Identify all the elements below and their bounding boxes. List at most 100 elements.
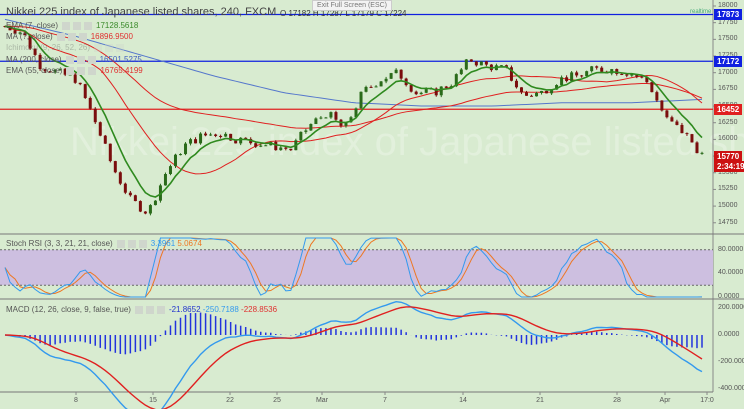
candle-body	[214, 134, 218, 136]
legend-label: Ichimoku (9, 26, 52, 26)	[6, 43, 91, 52]
candle-body	[419, 92, 423, 95]
candle-body	[384, 78, 388, 82]
x-tick-label: 8	[74, 397, 78, 404]
legend-label: MACD (12, 26, close, 9, false, true)	[6, 305, 131, 314]
candle-body	[234, 140, 238, 144]
legend-ema7[interactable]: EMA (7, close) 17128.5618	[6, 21, 138, 30]
candle-body	[369, 86, 373, 88]
candle-body	[625, 74, 629, 76]
candle-body	[83, 84, 87, 98]
x-tick-label: 21	[536, 397, 544, 404]
legend-label: EMA (55, close)	[6, 66, 63, 75]
candle-body	[379, 81, 383, 87]
legend-stoch-rsi[interactable]: Stoch RSI (3, 3, 21, 21, close) 3.3961 5.…	[6, 239, 202, 248]
legend-label: MA (?, close)	[6, 32, 53, 41]
legend-label: MA (200, close)	[6, 55, 62, 64]
macd-value: -250.7188	[202, 305, 239, 314]
y-tick-label: 17000	[718, 68, 738, 76]
candle-body	[199, 133, 203, 144]
legend-label: EMA (7, close)	[6, 21, 59, 30]
candle-body	[479, 61, 483, 66]
candle-body	[274, 141, 278, 151]
candle-body	[103, 135, 107, 144]
candle-body	[254, 143, 258, 147]
legend-buttons[interactable]	[56, 32, 87, 41]
candle-body	[519, 87, 523, 93]
candle-body	[194, 139, 198, 144]
candle-body	[545, 90, 549, 94]
candle-body	[88, 97, 92, 109]
x-tick-label: 25	[273, 397, 281, 404]
candle-body	[665, 110, 669, 118]
candle-body	[304, 130, 308, 132]
candle-body	[409, 85, 413, 92]
realtime-indicator: realtime	[690, 9, 712, 15]
chart-window: Nikkei 225 index of Japanese listed shar…	[0, 0, 744, 409]
candle-body	[279, 147, 283, 151]
legend-buttons[interactable]	[65, 55, 96, 64]
macd-signal-value: -228.8536	[241, 305, 278, 314]
legend-buttons[interactable]	[134, 305, 165, 314]
candle-body	[464, 59, 468, 70]
legend-label: Stoch RSI (3, 3, 21, 21, close)	[6, 239, 113, 248]
stoch-tick-label: 80.0000	[718, 245, 744, 253]
macd-tick-label: -400.0000	[718, 385, 744, 392]
candle-body	[524, 92, 528, 96]
candle-body	[474, 61, 478, 66]
candle-body	[439, 86, 443, 96]
x-tick-label: 7	[383, 397, 387, 404]
candle-body	[309, 124, 313, 131]
exit-fullscreen-button[interactable]: Exit Full Screen (ESC)	[312, 0, 393, 11]
candle-body	[73, 74, 77, 83]
candle-body	[93, 108, 97, 123]
candle-body	[690, 134, 694, 143]
candle-body	[314, 118, 318, 125]
candle-body	[655, 92, 659, 101]
candle-body	[540, 90, 544, 93]
macd-tick-label: 0.0000	[718, 331, 740, 338]
candle-body	[695, 142, 699, 154]
legend-buttons[interactable]	[66, 66, 97, 75]
macd-signal-line	[4, 306, 703, 409]
x-tick-label: 28	[613, 397, 621, 404]
legend-value: 16765.4199	[100, 66, 143, 75]
candle-body	[133, 195, 137, 202]
candle-body	[153, 200, 157, 206]
symbol-title[interactable]: Nikkei 225 index of Japanese listed shar…	[6, 6, 276, 18]
candle-body	[424, 89, 428, 93]
legend-buttons[interactable]	[94, 43, 125, 52]
ema55-line	[4, 25, 703, 129]
candle-body	[600, 67, 604, 72]
candle-body	[444, 86, 448, 88]
legend-macd[interactable]: MACD (12, 26, close, 9, false, true) -21.…	[6, 305, 277, 314]
stoch-tick-label: 0.0000	[718, 293, 740, 300]
candle-body	[98, 122, 102, 136]
candle-body	[264, 145, 268, 147]
stoch-k-value: 3.3961	[150, 239, 176, 248]
candle-body	[148, 205, 152, 214]
legend-ma200[interactable]: MA (200, close) 16501.5275	[6, 55, 142, 64]
candle-body	[219, 135, 223, 137]
candle-body	[204, 133, 208, 136]
y-tick-label: 18000	[718, 2, 738, 9]
candle-body	[299, 131, 303, 141]
price-tag-17172: 17172	[714, 56, 743, 67]
legend-value: 16896.9500	[90, 32, 133, 41]
macd-tick-label: 200.0000	[718, 304, 744, 311]
legend-ichimoku[interactable]: Ichimoku (9, 26, 52, 26)	[6, 43, 128, 52]
legend-value: 17128.5618	[96, 21, 139, 30]
legend-ma[interactable]: MA (?, close) 16896.9500	[6, 32, 133, 41]
x-tick-label: 22	[226, 397, 234, 404]
candle-body	[324, 117, 328, 119]
candle-body	[560, 77, 564, 86]
legend-buttons[interactable]	[116, 239, 147, 248]
x-tick-label: 15	[149, 397, 157, 404]
legend-ema55[interactable]: EMA (55, close) 16765.4199	[6, 66, 143, 75]
candle-body	[334, 112, 338, 120]
y-tick-label: 15250	[718, 185, 738, 193]
legend-buttons[interactable]	[62, 21, 93, 30]
candle-body	[535, 92, 539, 97]
candle-body	[514, 80, 518, 88]
candle-body	[329, 112, 333, 118]
legend-value: 16501.5275	[99, 55, 142, 64]
